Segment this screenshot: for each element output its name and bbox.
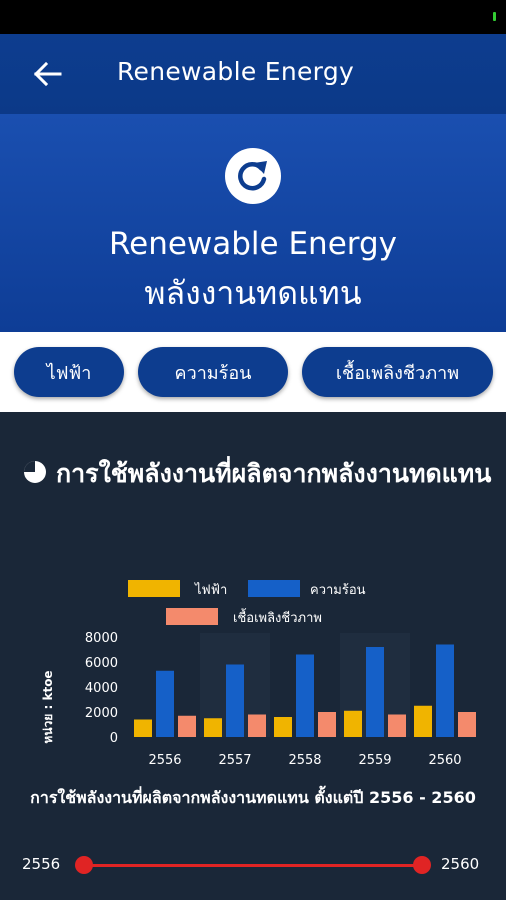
bar-2-2557 (248, 714, 266, 737)
chart-caption: การใช้พลังงานที่ผลิตจากพลังงานทดแทน ตั้ง… (30, 788, 476, 807)
bar-2-2560 (458, 712, 476, 737)
bar-2-2558 (318, 712, 336, 737)
y-axis-label: หน่วย : ktoe (41, 670, 55, 743)
hero-title-thai: พลังงานทดแทน (144, 274, 362, 312)
y-tick-label: 0 (110, 731, 118, 746)
battery-indicator (493, 12, 496, 21)
y-tick-label: 6000 (85, 656, 118, 671)
x-tick-label: 2559 (358, 753, 391, 768)
y-tick-label: 8000 (85, 631, 118, 646)
section-title-text: การใช้พลังงานที่ผลิตจากพลังงานทดแทน (56, 459, 492, 488)
legend-label-0: ไฟฟ้า (194, 582, 227, 598)
status-bar (0, 0, 506, 34)
bar-0-2559 (344, 710, 362, 737)
x-tick-label: 2560 (428, 753, 461, 768)
refresh-icon (225, 148, 281, 204)
bar-1-2560 (436, 644, 454, 737)
app-bar: Renewable Energy (0, 34, 506, 114)
bar-1-2557 (226, 664, 244, 737)
renewable-usage-chart: ไฟฟ้า ความร้อนเชื้อเพลิงชีวภาพ หน่วย : kt… (41, 580, 476, 768)
bar-0-2557 (204, 718, 222, 737)
legend-label-2: เชื้อเพลิงชีวภาพ (233, 608, 322, 626)
arrow-back-icon (33, 61, 62, 87)
tab-heat[interactable]: ความร้อน (138, 347, 288, 397)
hero-title-english: Renewable Energy (108, 226, 398, 262)
bar-2-2556 (178, 715, 196, 737)
range-min-label: 2556 (22, 855, 61, 873)
legend-swatch-1 (248, 580, 300, 597)
app-bar-title: Renewable Energy (117, 57, 355, 86)
bar-0-2556 (134, 719, 152, 737)
range-start-thumb[interactable] (75, 856, 93, 874)
year-range-track[interactable] (84, 864, 422, 867)
x-tick-label: 2557 (218, 753, 251, 768)
y-tick-label: 4000 (85, 681, 118, 696)
bar-2-2559 (388, 714, 406, 737)
legend-swatch-0 (128, 580, 180, 597)
tab-electricity[interactable]: ไฟฟ้า (14, 347, 124, 397)
x-tick-label: 2558 (288, 753, 321, 768)
bars (134, 644, 476, 737)
x-tick-label: 2556 (148, 753, 181, 768)
tab-biofuel[interactable]: เชื้อเพลิงชีวภาพ (302, 347, 493, 397)
x-axis-ticks: 2556 2557 2558 2559 2560 (148, 753, 461, 768)
category-tabs: ไฟฟ้า ความร้อน เชื้อเพลิงชีวภาพ (0, 332, 506, 412)
bar-1-2559 (366, 647, 384, 737)
section-title: การใช้พลังงานที่ผลิตจากพลังงานทดแทน (22, 456, 492, 492)
hero-banner: Renewable Energy พลังงานทดแทน (0, 114, 506, 332)
range-max-label: 2560 (441, 855, 480, 873)
range-end-thumb[interactable] (413, 856, 431, 874)
back-button[interactable] (30, 58, 66, 90)
legend-label-1: ความร้อน (310, 583, 366, 598)
legend-swatch-2 (166, 608, 218, 625)
bar-1-2558 (296, 654, 314, 737)
chart-legend: ไฟฟ้า ความร้อนเชื้อเพลิงชีวภาพ (128, 580, 366, 626)
bar-1-2556 (156, 670, 174, 737)
y-tick-label: 2000 (85, 706, 118, 721)
pie-chart-icon (24, 461, 46, 483)
bar-0-2558 (274, 717, 292, 737)
bar-0-2560 (414, 705, 432, 737)
y-axis-ticks: 0 2000 4000 6000 8000 (85, 631, 118, 746)
